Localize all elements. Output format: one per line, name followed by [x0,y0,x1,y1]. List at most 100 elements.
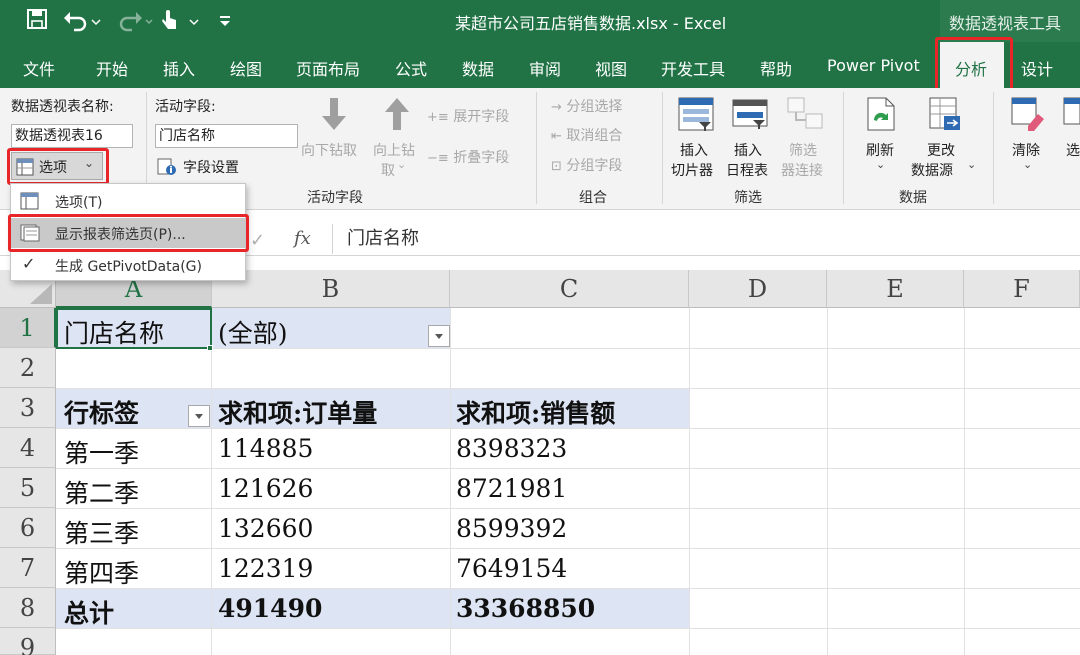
dropdown-arrow-icon [195,414,203,419]
row-header-3[interactable]: 3 [0,388,56,428]
chevron-down-icon: ⌄ [876,158,886,171]
expand-field-button[interactable]: +≡ 展开字段 [427,106,509,126]
row-header-8[interactable]: 8 [0,588,56,628]
orders-value[interactable]: 114885 [218,434,313,463]
menu-item-generate-getpivotdata[interactable]: ✓ 生成 GetPivotData(G) [11,250,245,280]
window-title: 某超市公司五店销售数据.xlsx - Excel [455,14,727,33]
tab-page-layout[interactable]: 页面布局 [296,56,360,80]
filter-connections-button[interactable]: 筛选 [789,140,817,160]
fx-icon[interactable]: fx [294,228,311,249]
insert-timeline-button[interactable]: 插入 [734,140,762,160]
sales-value[interactable]: 8721981 [456,474,567,503]
fill-handle[interactable] [207,345,213,351]
gridline [964,308,965,655]
row-label[interactable]: 第二季 [64,474,139,510]
tab-insert[interactable]: 插入 [163,56,195,80]
tab-design[interactable]: 设计 [1021,56,1053,80]
row-labels-filter-button[interactable] [188,405,210,427]
options-button[interactable]: 选项 ⌄ [11,152,103,180]
refresh-button[interactable]: 刷新 [866,140,894,160]
column-header-b[interactable]: B [212,270,450,308]
row-header-9[interactable]: 9 [0,628,56,655]
drill-up-button[interactable]: 向上钻 [373,140,415,160]
group-field-label: 分组字段 [566,158,623,174]
tab-help[interactable]: 帮助 [760,56,792,80]
total-orders[interactable]: 491490 [218,594,322,623]
row-header-4[interactable]: 4 [0,428,56,468]
row-label[interactable]: 第四季 [64,554,139,590]
menu-item-label: 选项(T) [55,195,103,211]
tab-developer[interactable]: 开发工具 [661,56,725,80]
gridline [56,468,1080,469]
customize-qat-icon[interactable] [218,8,232,34]
drill-down-button[interactable]: 向下钻取 [301,140,357,160]
change-data-source-button[interactable]: 更改 [927,140,955,160]
total-label[interactable]: 总计 [64,594,114,630]
checkmark-icon: ✓ [22,254,36,273]
gridline [56,588,1080,589]
header-sum-sales[interactable]: 求和项:销售额 [456,394,615,430]
row-header-5[interactable]: 5 [0,468,56,508]
gridline [211,308,212,655]
expand-field-icon: +≡ [427,110,449,125]
row-header-7[interactable]: 7 [0,548,56,588]
redo-icon[interactable] [114,8,154,34]
total-sales[interactable]: 33368850 [456,594,595,623]
column-header-e[interactable]: E [827,270,964,308]
pivot-name-input[interactable]: 数据透视表16 [11,124,133,148]
filter-field-cell[interactable]: 门店名称 [64,314,164,350]
tab-draw[interactable]: 绘图 [230,56,262,80]
sales-value[interactable]: 7649154 [456,554,567,583]
ungroup-button[interactable]: ⇤ 取消组合 [551,125,622,145]
orders-value[interactable]: 121626 [218,474,313,503]
menu-item-options[interactable]: 选项(T) [11,186,245,216]
filter-dropdown-button[interactable] [428,325,450,347]
insert-slicer-button[interactable]: 插入 [680,140,708,160]
tab-view[interactable]: 视图 [595,56,627,80]
touch-mode-icon[interactable] [160,8,204,34]
row-label[interactable]: 第三季 [64,514,139,550]
sales-value[interactable]: 8599392 [456,514,567,543]
check-icon[interactable]: ✓ [250,230,265,251]
column-header-c[interactable]: C [450,270,689,308]
tab-home[interactable]: 开始 [96,56,128,80]
options-icon [16,158,34,176]
orders-value[interactable]: 122319 [218,554,313,583]
separator [843,92,844,204]
sales-value[interactable]: 8398323 [456,434,567,463]
collapse-field-button[interactable]: −≡ 折叠字段 [427,147,509,167]
row-header-6[interactable]: 6 [0,508,56,548]
column-header-d[interactable]: D [689,270,827,308]
select-button[interactable]: 选 [1066,140,1080,160]
field-settings-button[interactable]: 字段设置 [157,156,277,178]
drill-down-icon [322,98,346,130]
row-header-2[interactable]: 2 [0,348,56,388]
orders-value[interactable]: 132660 [218,514,313,543]
title-bar: 某超市公司五店销售数据.xlsx - Excel 数据透视表工具 [0,0,1080,42]
tab-data[interactable]: 数据 [462,56,494,80]
tab-review[interactable]: 审阅 [529,56,561,80]
tab-file[interactable]: 文件 [23,56,55,80]
clear-button[interactable]: 清除 [1012,140,1040,160]
tab-power-pivot[interactable]: Power Pivot [827,56,920,75]
formula-input[interactable]: 门店名称 [332,224,1080,254]
filter-value-cell[interactable]: (全部) [218,314,288,350]
group-selection-button[interactable]: → 分组选择 [551,96,622,116]
pivot-name-label: 数据透视表名称: [11,99,114,115]
collapse-field-icon: −≡ [427,151,449,166]
menu-item-show-report-filter-pages[interactable]: 显示报表筛选页(P)... [11,218,245,248]
save-icon[interactable] [26,8,48,34]
gridline [827,308,828,655]
header-row-labels[interactable]: 行标签 [64,394,139,430]
column-header-f[interactable]: F [964,270,1080,308]
header-sum-orders[interactable]: 求和项:订单量 [218,394,377,430]
change-data-source-icon [929,97,960,130]
row-label[interactable]: 第一季 [64,434,139,470]
tab-formulas[interactable]: 公式 [395,56,427,80]
active-field-input[interactable]: 门店名称 [155,124,298,148]
tab-analyze-label: 分析 [955,60,988,79]
row-header-1[interactable]: 1 [0,308,56,348]
refresh-icon [867,97,895,131]
group-field-button[interactable]: ⊡ 分组字段 [551,155,622,175]
undo-icon[interactable] [62,8,102,34]
